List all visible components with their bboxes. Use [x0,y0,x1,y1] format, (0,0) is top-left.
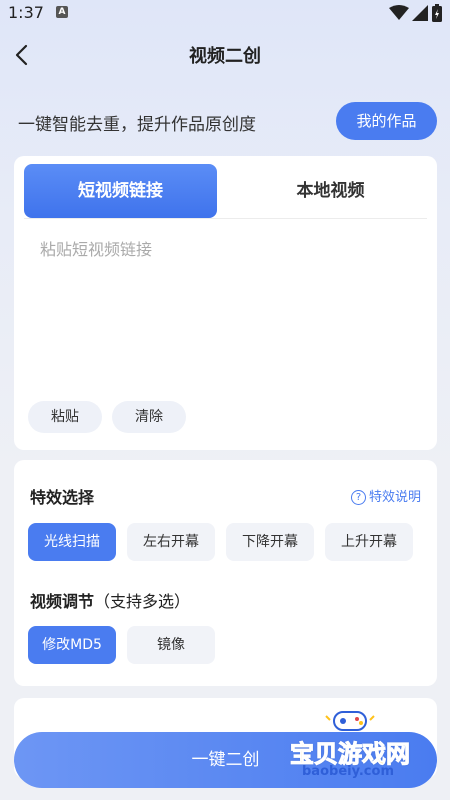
status-bar: 1:37 A [0,0,450,26]
status-time: 1:37 [8,3,44,22]
gamepad-icon [325,711,375,731]
notification-letter: A [58,7,66,17]
question-icon: ? [351,490,366,505]
paste-button[interactable]: 粘贴 [28,401,102,433]
adjust-title-text: 视频调节 [30,592,95,611]
adjust-title-note: （支持多选） [94,592,191,611]
adjust-option[interactable]: 修改MD5 [28,626,116,664]
adjust-title: 视频调节（支持多选） [30,588,190,612]
effect-option[interactable]: 光线扫描 [28,523,116,561]
watermark-logo: 宝贝游戏网 baobeiy.com [270,706,440,786]
effects-help-label: 特效说明 [369,490,422,505]
effect-option[interactable]: 左右开幕 [127,523,215,561]
page-title: 视频二创 [189,46,261,67]
tab-local-video[interactable]: 本地视频 [234,164,427,218]
clear-button[interactable]: 清除 [112,401,186,433]
nav-bar: 视频二创 [0,28,450,80]
slogan-text: 一键智能去重，提升作品原创度 [18,115,256,135]
effect-option[interactable]: 下降开幕 [226,523,314,561]
signal-icon [412,5,428,21]
effect-option[interactable]: 上升开幕 [325,523,413,561]
my-works-button[interactable]: 我的作品 [336,102,437,140]
video-link-input[interactable] [40,236,410,376]
wifi-icon [389,5,409,20]
watermark-domain: baobeiy.com [302,764,394,779]
battery-icon [432,4,442,22]
effects-card: 特效选择 ? 特效说明 光线扫描 左右开幕 下降开幕 上升开幕 视频调节（支持多选… [14,460,437,686]
effects-help-link[interactable]: ? 特效说明 [351,486,421,505]
source-tabs: 短视频链接 本地视频 [24,164,427,219]
tab-short-video-link[interactable]: 短视频链接 [24,164,217,218]
effects-title: 特效选择 [30,488,95,507]
notification-icon: A [56,6,68,18]
adjust-option[interactable]: 镜像 [127,626,215,664]
video-link-card: 短视频链接 本地视频 粘贴 清除 [14,156,437,450]
